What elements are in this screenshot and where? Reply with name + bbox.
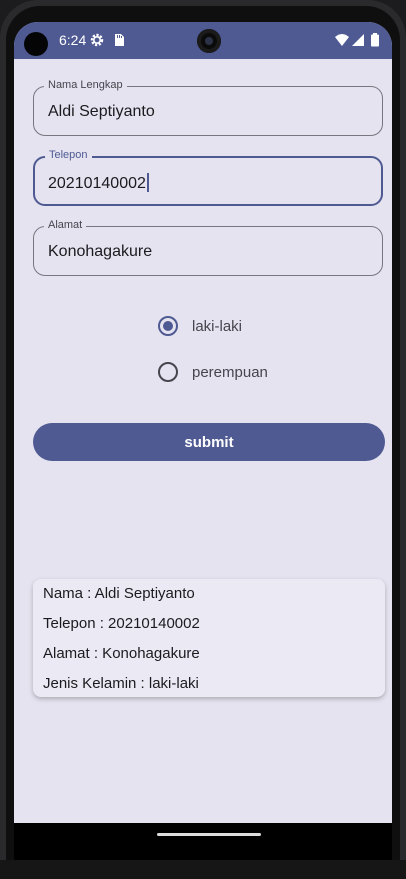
telepon-value: 20210140002 [48, 175, 146, 192]
text-cursor [146, 173, 149, 192]
radio-label-perempuan: perempuan [192, 363, 268, 381]
submit-button[interactable]: submit [33, 423, 385, 461]
status-bar: 6:24 [14, 22, 392, 59]
radio-option-laki-laki[interactable]: laki-laki [158, 314, 242, 338]
radio-button-laki-laki[interactable] [158, 316, 178, 336]
radio-option-perempuan[interactable]: perempuan [158, 360, 268, 384]
navigation-bar [14, 823, 392, 860]
wifi-icon [335, 34, 349, 46]
sd-card-icon [115, 34, 124, 46]
settings-icon [90, 33, 104, 47]
signal-icon [352, 34, 364, 46]
telepon-field[interactable]: Telepon 20210140002 [33, 149, 383, 206]
punch-hole-left [24, 32, 48, 56]
device-bottom-edge [0, 860, 406, 879]
radio-label-laki-laki: laki-laki [192, 317, 243, 335]
home-indicator[interactable] [157, 833, 261, 836]
result-card: Nama : Aldi Septiyanto Telepon : 2021014… [33, 579, 385, 697]
result-nama: Nama : Aldi Septiyanto [43, 585, 195, 602]
result-telepon: Telepon : 20210140002 [43, 615, 200, 632]
nama-lengkap-value: Aldi Septiyanto [48, 103, 155, 120]
nama-lengkap-label: Nama Lengkap [44, 79, 127, 91]
radio-button-perempuan[interactable] [158, 362, 178, 382]
alamat-value: Konohagakure [48, 243, 153, 260]
telepon-value-wrap: 20210140002 [48, 173, 149, 193]
status-time: 6:24 [59, 32, 87, 48]
telepon-label: Telepon [45, 149, 92, 161]
battery-icon [371, 33, 379, 47]
nama-lengkap-field[interactable]: Nama Lengkap Aldi Septiyanto [33, 79, 383, 136]
alamat-label: Alamat [44, 219, 87, 231]
front-camera [197, 29, 221, 53]
alamat-field[interactable]: Alamat Konohagakure [33, 219, 383, 276]
app-screen: 6:24 Nama Lengkap Aldi Septiyanto Telepo… [14, 22, 392, 860]
result-alamat: Alamat : Konohagakure [43, 645, 200, 662]
result-jenis-kelamin: Jenis Kelamin : laki-laki [43, 675, 199, 692]
